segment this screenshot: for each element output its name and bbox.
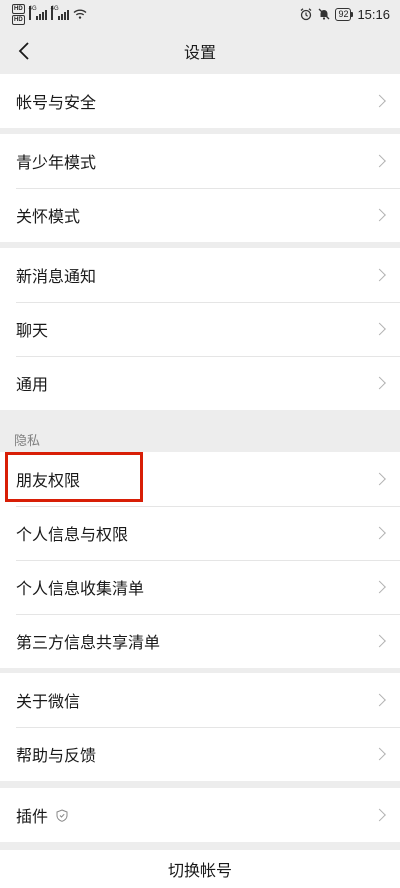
chevron-right-icon bbox=[373, 154, 386, 168]
wifi-icon bbox=[73, 9, 87, 19]
chevron-right-icon bbox=[373, 693, 386, 707]
hd-badge-1: HD bbox=[12, 3, 25, 14]
group-about: 关于微信 帮助与反馈 bbox=[0, 673, 400, 781]
chevron-right-icon bbox=[373, 634, 386, 648]
status-bar: HD HD 4G 4G 92 15:16 bbox=[0, 0, 400, 28]
cell-label: 关于微信 bbox=[16, 692, 81, 711]
group-plugins: 插件 bbox=[0, 788, 400, 842]
plugins-item[interactable]: 插件 bbox=[0, 788, 400, 842]
clock: 15:16 bbox=[357, 6, 390, 22]
network-type-2: 4G bbox=[50, 6, 59, 20]
general-item[interactable]: 通用 bbox=[0, 356, 400, 410]
about-wechat-item[interactable]: 关于微信 bbox=[0, 673, 400, 727]
cell-label: 通用 bbox=[16, 375, 49, 394]
cell-label: 青少年模式 bbox=[16, 153, 97, 172]
network-type-1: 4G bbox=[28, 6, 37, 20]
cell-label: 插件 bbox=[16, 807, 49, 826]
personal-info-collection-item[interactable]: 个人信息收集清单 bbox=[0, 560, 400, 614]
chevron-right-icon bbox=[373, 322, 386, 336]
cell-label: 帐号与安全 bbox=[16, 93, 97, 112]
chat-item[interactable]: 聊天 bbox=[0, 302, 400, 356]
group-general: 新消息通知 聊天 通用 bbox=[0, 248, 400, 410]
back-arrow-icon bbox=[18, 42, 29, 60]
back-button[interactable] bbox=[10, 37, 38, 65]
group-modes: 青少年模式 关怀模式 bbox=[0, 134, 400, 242]
chevron-right-icon bbox=[373, 580, 386, 594]
status-right: 92 15:16 bbox=[299, 7, 390, 22]
chevron-right-icon bbox=[373, 747, 386, 761]
cell-label: 帮助与反馈 bbox=[16, 746, 97, 765]
alarm-icon bbox=[301, 8, 312, 21]
page-title: 设置 bbox=[183, 43, 216, 62]
chevron-right-icon bbox=[373, 208, 386, 222]
teen-mode-item[interactable]: 青少年模式 bbox=[0, 134, 400, 188]
cell-label: 第三方信息共享清单 bbox=[16, 633, 161, 652]
group-account: 帐号与安全 bbox=[0, 74, 400, 128]
notifications-item[interactable]: 新消息通知 bbox=[0, 248, 400, 302]
personal-info-permissions-item[interactable]: 个人信息与权限 bbox=[0, 506, 400, 560]
chevron-right-icon bbox=[373, 526, 386, 540]
third-party-sharing-item[interactable]: 第三方信息共享清单 bbox=[0, 614, 400, 668]
privacy-section-label: 隐私 bbox=[14, 434, 41, 449]
care-mode-item[interactable]: 关怀模式 bbox=[0, 188, 400, 242]
status-left: HD HD 4G 4G bbox=[12, 3, 87, 25]
cell-label: 个人信息收集清单 bbox=[16, 579, 145, 598]
cell-label: 聊天 bbox=[16, 321, 49, 340]
nav-bar: 设置 bbox=[0, 28, 400, 74]
hd-badge-2: HD bbox=[12, 14, 25, 25]
cell-label: 新消息通知 bbox=[16, 267, 97, 286]
signal-icon-2: 4G bbox=[50, 6, 69, 20]
signal-icon-1: 4G bbox=[28, 6, 47, 20]
switch-account-button[interactable]: 切换帐号 bbox=[0, 850, 400, 888]
chevron-right-icon bbox=[373, 94, 386, 108]
chevron-right-icon bbox=[373, 808, 386, 822]
mute-bell-icon bbox=[318, 8, 330, 20]
shield-icon bbox=[56, 808, 68, 822]
chevron-right-icon bbox=[373, 376, 386, 390]
help-feedback-item[interactable]: 帮助与反馈 bbox=[0, 727, 400, 781]
chevron-right-icon bbox=[373, 268, 386, 282]
cell-label: 个人信息与权限 bbox=[16, 525, 129, 544]
battery-indicator: 92 bbox=[335, 7, 354, 21]
chevron-right-icon bbox=[373, 472, 386, 486]
switch-account-label: 切换帐号 bbox=[167, 861, 232, 880]
highlight-box bbox=[5, 452, 143, 502]
cell-label: 关怀模式 bbox=[16, 207, 81, 226]
account-security-item[interactable]: 帐号与安全 bbox=[0, 74, 400, 128]
sim-indicators: HD HD bbox=[12, 3, 25, 25]
